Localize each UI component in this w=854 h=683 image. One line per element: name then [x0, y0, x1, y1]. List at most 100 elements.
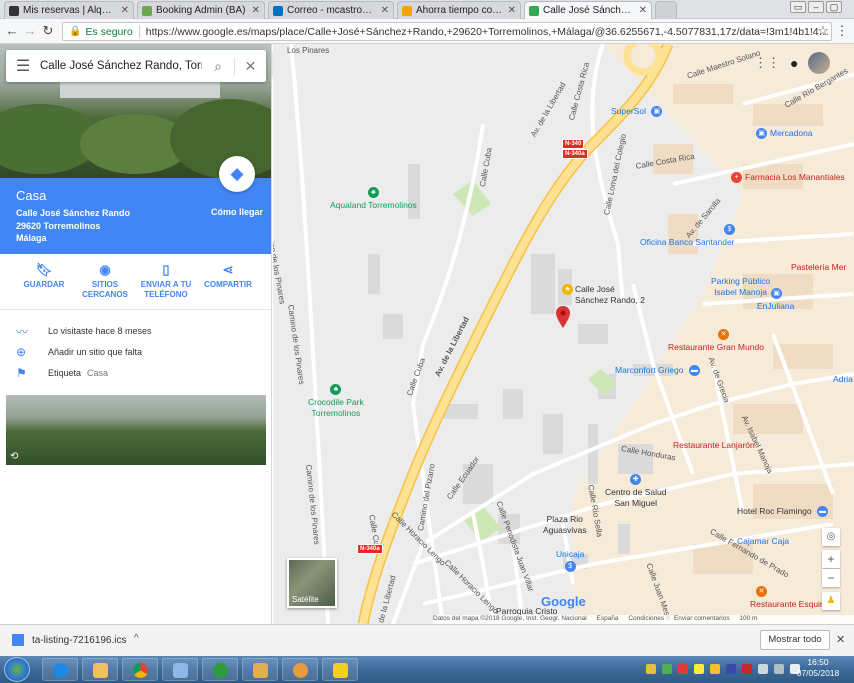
- poi-label: EnJuliana: [757, 301, 795, 311]
- label-value[interactable]: Casa: [87, 368, 108, 378]
- taskbar-green-app[interactable]: [202, 658, 238, 681]
- flag-icon[interactable]: [758, 664, 768, 674]
- notifications-icon[interactable]: ●: [790, 55, 798, 71]
- map-canvas[interactable]: Los Pinares Camino de los Pinares Camino…: [273, 44, 854, 624]
- poi-hotel-roc[interactable]: Hotel Roc Flamingo ▬: [737, 506, 831, 518]
- poi-adria[interactable]: Adria: [833, 374, 853, 384]
- network-icon[interactable]: [774, 664, 784, 674]
- map-pin-icon[interactable]: [556, 306, 570, 328]
- tray-icon[interactable]: [726, 664, 736, 674]
- poi-aqualand[interactable]: ♣ Aqualand Torremolinos: [330, 187, 417, 210]
- taskbar-ie[interactable]: [42, 658, 78, 681]
- poi-label: Torremolinos: [311, 408, 361, 418]
- add-missing-place-row[interactable]: ⊕ Añadir un sitio que falta: [0, 342, 271, 362]
- tab-ahorra-tiempo[interactable]: Ahorra tiempo con las lis ✕: [397, 1, 521, 19]
- download-bar: ta-listing-7216196.ics ^ Mostrar todo ✕: [0, 624, 854, 656]
- poi-crocodile-park[interactable]: ♣ Crocodile Park Torremolinos: [308, 384, 364, 419]
- directions-label[interactable]: Cómo llegar: [208, 207, 266, 217]
- satellite-label: Satélite: [292, 595, 319, 604]
- minimize-button[interactable]: –: [808, 1, 824, 13]
- share-button[interactable]: ⋖ COMPARTIR: [196, 262, 260, 290]
- poi-lanjaron[interactable]: Restaurante Lanjarón: [673, 440, 755, 450]
- poi-pasteleria[interactable]: Pastelería Mer: [791, 262, 846, 272]
- search-icon[interactable]: ⌕: [202, 58, 234, 75]
- close-tab-icon[interactable]: ✕: [121, 5, 129, 16]
- download-item[interactable]: ta-listing-7216196.ics: [12, 634, 127, 646]
- tab-correo[interactable]: Correo - mcastrocalderon ✕: [268, 1, 394, 19]
- forward-arrow-icon[interactable]: →: [22, 23, 38, 39]
- close-tab-icon[interactable]: ✕: [252, 5, 260, 16]
- satellite-toggle[interactable]: Satélite: [287, 558, 337, 608]
- search-input[interactable]: Calle José Sánchez Rando, Torremolinos: [40, 60, 202, 72]
- pegman-icon[interactable]: ♟: [822, 592, 840, 610]
- taskbar-explorer[interactable]: [82, 658, 118, 681]
- close-tab-icon[interactable]: ✕: [639, 5, 647, 16]
- taskbar-paint[interactable]: [282, 658, 318, 681]
- bookmark-star-icon[interactable]: ☆: [815, 23, 831, 39]
- taskbar-chrome[interactable]: [122, 658, 158, 681]
- chrome-icon: [133, 663, 148, 678]
- poi-enjuliana[interactable]: ▣ EnJuliana: [757, 288, 794, 311]
- tray-icon[interactable]: [710, 664, 720, 674]
- url-input[interactable]: 🔒 Es seguro https://www.google.es/maps/p…: [62, 22, 832, 41]
- reload-icon[interactable]: ↻: [40, 23, 56, 39]
- back-arrow-icon[interactable]: ←: [4, 23, 20, 39]
- new-tab-button[interactable]: [655, 1, 677, 19]
- tab-mis-reservas[interactable]: Mis reservas | Alquileres ✕: [4, 1, 134, 19]
- close-tab-icon[interactable]: ✕: [381, 5, 389, 16]
- add-missing-link[interactable]: Añadir un sitio que falta: [48, 347, 142, 357]
- zoom-out-button[interactable]: −: [822, 569, 840, 587]
- poi-marconfort[interactable]: Marconfort Griego ▬: [615, 365, 703, 377]
- send-to-phone-button[interactable]: ▯ ENVIAR A TU TELÉFONO: [134, 262, 198, 300]
- taskbar-office[interactable]: [162, 658, 198, 681]
- save-button[interactable]: 🔖︎ GUARDAR: [12, 262, 76, 290]
- start-button[interactable]: [4, 657, 30, 682]
- clock[interactable]: 16:50 07/05/2018: [788, 657, 848, 679]
- nearby-button[interactable]: ◉ SITIOS CERCANOS: [73, 262, 137, 300]
- my-location-icon[interactable]: ◎: [822, 528, 840, 546]
- poi-esquina[interactable]: ✕ Restaurante Esquina: [750, 586, 829, 609]
- search-box[interactable]: ☰ Calle José Sánchez Rando, Torremolinos…: [6, 50, 266, 82]
- show-all-button[interactable]: Mostrar todo: [760, 630, 830, 650]
- browser-menu-icon[interactable]: ⋮: [834, 23, 850, 39]
- poi-oficina-santander[interactable]: $ Oficina Banco Santander: [640, 224, 738, 247]
- 360-view-icon: ⟲: [10, 451, 19, 462]
- terms-link[interactable]: Condiciones: [628, 615, 664, 622]
- poi-farmacia[interactable]: + Farmacia Los Manantiales: [731, 172, 845, 184]
- poi-centro-salud[interactable]: ✚ Centro de Salud San Miguel: [605, 474, 666, 509]
- label-row[interactable]: ⚑ Etiqueta Casa: [0, 363, 271, 383]
- tab-booking-admin[interactable]: Booking Admin (BA) ✕: [137, 1, 265, 19]
- maximize-button[interactable]: ▢: [826, 1, 842, 13]
- close-icon[interactable]: ✕: [234, 57, 266, 75]
- poi-unicaja[interactable]: Unicaja $: [556, 549, 584, 572]
- tray-icon[interactable]: [742, 664, 752, 674]
- taskbar-outlook[interactable]: [242, 658, 278, 681]
- scale-label[interactable]: 100 m: [739, 615, 757, 622]
- poi-cajamar[interactable]: Cajamar Caja: [737, 536, 789, 546]
- poi-supersol[interactable]: SuperSol ▣: [611, 106, 665, 118]
- poi-plaza-rio[interactable]: Plaza Rio Aguasvivas: [543, 514, 586, 536]
- shopping-icon: ▣: [651, 106, 663, 118]
- directions-button[interactable]: ◆: [219, 156, 255, 192]
- chevron-up-icon[interactable]: ^: [134, 633, 139, 644]
- tab-maps-active[interactable]: Calle José Sánchez Rando, ✕: [524, 1, 652, 19]
- poi-gran-mundo[interactable]: ✕ Restaurante Gran Mundo: [668, 329, 764, 352]
- menu-icon[interactable]: ☰: [6, 56, 40, 76]
- zoom-in-button[interactable]: +: [822, 550, 840, 568]
- feedback-link[interactable]: Enviar comentarios: [674, 615, 730, 622]
- tray-icon[interactable]: [662, 664, 672, 674]
- poi-address-marker[interactable]: ★ Calle José Sánchez Rando, 2: [562, 284, 645, 306]
- user-icon[interactable]: ▭: [790, 1, 806, 13]
- close-tab-icon[interactable]: ✕: [508, 5, 516, 16]
- tray-icon[interactable]: [646, 664, 656, 674]
- street-view-thumbnail[interactable]: ⟲: [6, 395, 266, 465]
- close-icon[interactable]: ✕: [836, 633, 845, 646]
- poi-label: Hotel Roc Flamingo: [737, 506, 812, 516]
- tray-icon[interactable]: [694, 664, 704, 674]
- taskbar-pdf[interactable]: [322, 658, 358, 681]
- tray-icon[interactable]: [678, 664, 688, 674]
- apps-grid-icon[interactable]: ⋮⋮: [754, 55, 780, 71]
- avatar[interactable]: [808, 52, 831, 74]
- poi-mercadona[interactable]: ▣ Mercadona: [756, 128, 813, 140]
- region-link[interactable]: España: [596, 615, 618, 622]
